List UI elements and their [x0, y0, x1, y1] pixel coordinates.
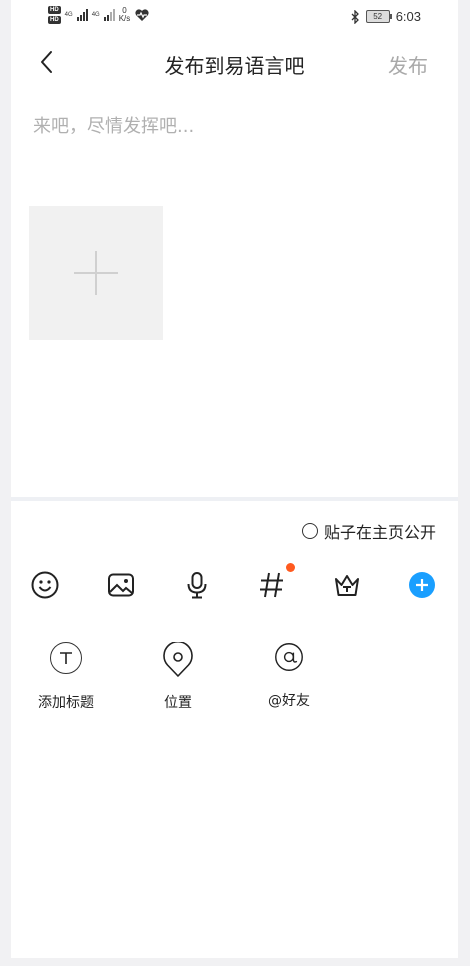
location-icon	[163, 642, 193, 677]
publish-button[interactable]: 发布	[388, 50, 428, 79]
title-icon	[50, 642, 82, 674]
more-button[interactable]	[402, 565, 442, 605]
status-left: HD HD 4G 4G 0 K/s	[48, 6, 150, 24]
emoji-icon	[31, 571, 59, 599]
header: 发布到易语言吧 发布	[11, 40, 458, 86]
signal-icon	[76, 9, 88, 21]
radio-button[interactable]	[301, 523, 318, 539]
clock: 6:03	[395, 9, 421, 24]
plus-circle-icon	[409, 572, 435, 598]
notification-dot	[286, 563, 295, 572]
add-image-button[interactable]	[29, 206, 163, 340]
topic-button[interactable]	[252, 563, 295, 605]
toolbar	[11, 563, 458, 605]
hd-badge: HD	[48, 6, 61, 14]
mention-button[interactable]: @好友	[244, 642, 334, 710]
hd-badge: HD	[48, 16, 61, 24]
public-label: 贴子在主页公开	[323, 523, 436, 542]
plus-icon	[74, 251, 118, 295]
emoji-button[interactable]	[25, 565, 65, 605]
network-speed: 0 K/s	[119, 7, 131, 23]
at-icon	[274, 642, 304, 672]
image-icon	[108, 573, 134, 597]
network-type: 4G	[91, 12, 100, 18]
signal-icon	[103, 9, 115, 21]
crown-icon	[335, 575, 359, 596]
action-label: @好友	[268, 693, 310, 709]
location-button[interactable]: 位置	[133, 642, 223, 712]
microphone-icon	[187, 572, 207, 599]
post-content-input[interactable]: 来吧，尽情发挥吧...	[33, 112, 194, 138]
status-bar: HD HD 4G 4G 0 K/s 52 6:03	[11, 0, 458, 36]
action-label: 添加标题	[38, 695, 94, 711]
page: HD HD 4G 4G 0 K/s 52 6:03 发布到易语言吧 发布 来吧，…	[11, 0, 458, 958]
health-icon	[135, 9, 149, 21]
battery-icon: 52	[365, 10, 392, 23]
action-items: 添加标题 位置 @好友	[11, 642, 458, 722]
voice-button[interactable]	[177, 565, 217, 605]
image-button[interactable]	[101, 565, 141, 605]
crown-button[interactable]	[327, 565, 367, 605]
network-type: 4G	[64, 12, 73, 18]
hd-badges: HD HD	[48, 6, 61, 24]
bluetooth-icon	[351, 9, 359, 24]
hashtag-icon	[260, 572, 283, 598]
speed-unit: K/s	[118, 14, 131, 23]
action-label: 位置	[164, 695, 192, 711]
status-right: 52 6:03	[350, 9, 421, 24]
add-title-button[interactable]: 添加标题	[21, 642, 111, 712]
divider	[11, 497, 458, 501]
public-toggle[interactable]: 贴子在主页公开	[301, 519, 436, 543]
